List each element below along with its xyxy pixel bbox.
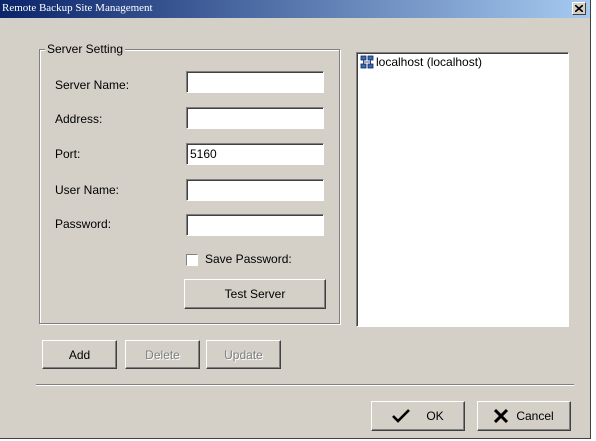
update-button[interactable]: Update [206,340,281,369]
x-mark-icon [494,409,509,423]
checkmark-icon [392,409,411,423]
add-button[interactable]: Add [42,340,117,369]
cancel-button[interactable]: Cancel [477,401,571,431]
close-button[interactable] [572,2,586,15]
update-label: Update [224,347,263,362]
port-input[interactable] [186,143,324,165]
ok-button[interactable]: OK [371,401,465,431]
save-password-checkbox[interactable] [186,254,198,266]
password-label: Password: [55,217,112,231]
delete-label: Delete [145,347,180,362]
remote-backup-dialog: Remote Backup Site Management Server Set… [0,0,591,439]
cancel-label: Cancel [516,409,554,423]
add-label: Add [68,347,91,362]
save-password-label: Save Password: [205,252,292,266]
server-name-label: Server Name: [55,78,130,92]
address-label: Address: [55,112,103,126]
test-server-label: Test Server [224,287,286,301]
site-tree[interactable]: localhost (localhost) [356,52,569,327]
address-input[interactable] [186,107,324,129]
delete-button[interactable]: Delete [125,340,200,369]
tree-item-label: localhost (localhost) [376,55,483,69]
tree-item-localhost[interactable]: localhost (localhost) [360,55,482,69]
close-icon [575,5,583,12]
password-input[interactable] [186,214,324,236]
footer-separator [36,384,574,386]
window-title: Remote Backup Site Management [2,2,153,14]
server-name-input[interactable] [186,71,324,93]
port-label: Port: [55,147,81,161]
test-server-button[interactable]: Test Server [184,279,326,309]
title-bar[interactable]: Remote Backup Site Management [0,0,590,18]
user-name-input[interactable] [186,179,324,201]
server-network-icon [360,55,374,69]
user-name-label: User Name: [55,183,120,197]
ok-label: OK [426,409,444,423]
server-setting-legend: Server Setting [45,42,126,56]
